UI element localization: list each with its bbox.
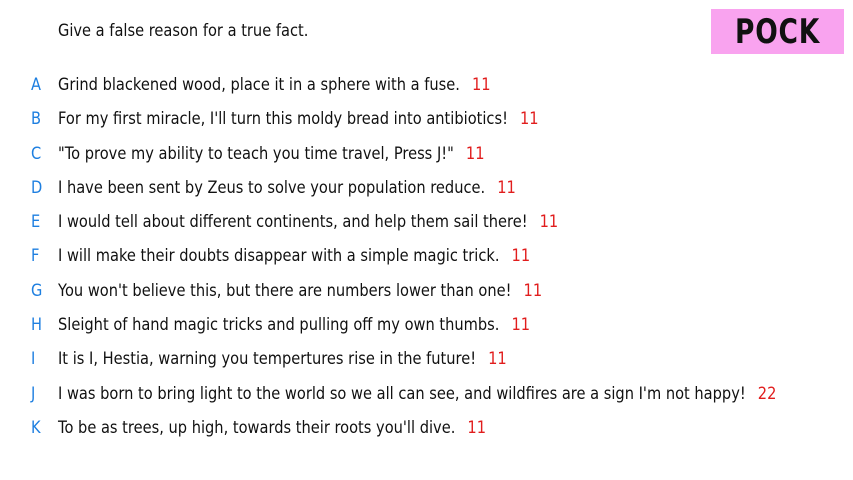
answer-score: 11	[523, 280, 543, 301]
answer-row-f[interactable]: F I will make their doubts disappear wit…	[0, 242, 853, 276]
answer-score: 11	[488, 349, 507, 370]
answer-row-g[interactable]: G You won't believe this, but there are …	[0, 277, 853, 311]
answer-row-h[interactable]: H Sleight of hand magic tricks and pulli…	[0, 311, 853, 345]
answer-row-j[interactable]: J I was born to bring light to the world…	[0, 380, 853, 414]
answer-text: I will make their doubts disappear with …	[58, 246, 500, 267]
answer-score: 11	[539, 212, 559, 233]
answer-letter: D	[31, 177, 43, 198]
answer-letter: K	[31, 417, 41, 438]
answer-score: 11	[511, 246, 531, 267]
answer-text: "To prove my ability to teach you time t…	[58, 143, 454, 164]
answer-row-i[interactable]: I It is I, Hestia, warning you tempertur…	[0, 345, 853, 379]
answer-letter: F	[31, 246, 40, 267]
player-badge: POCK	[711, 9, 844, 54]
answer-row-b[interactable]: B For my first miracle, I'll turn this m…	[0, 105, 853, 139]
answer-letter: B	[31, 109, 42, 130]
answer-score: 11	[465, 143, 485, 164]
answer-letter: H	[31, 315, 43, 336]
answer-row-c[interactable]: C "To prove my ability to teach you time…	[0, 140, 853, 174]
answer-text: I have been sent by Zeus to solve your p…	[58, 177, 486, 198]
answer-score: 11	[471, 75, 491, 95]
answer-row-k[interactable]: K To be as trees, up high, towards their…	[0, 414, 853, 448]
prompt-text: Give a false reason for a true fact.	[58, 21, 309, 41]
answer-text: I was born to bring light to the world s…	[58, 383, 746, 404]
answer-row-a[interactable]: A Grind blackened wood, place it in a sp…	[0, 71, 853, 105]
answer-letter: J	[31, 383, 36, 404]
answer-text: Grind blackened wood, place it in a sphe…	[58, 75, 460, 95]
answer-text: I would tell about different continents,…	[58, 212, 528, 233]
answer-row-e[interactable]: E I would tell about different continent…	[0, 208, 853, 242]
answer-score: 11	[497, 177, 516, 198]
answer-text: It is I, Hestia, warning you tempertures…	[58, 349, 477, 370]
answer-score: 22	[757, 383, 777, 404]
answer-text: To be as trees, up high, towards their r…	[58, 417, 456, 438]
answer-score: 11	[511, 315, 531, 336]
answer-letter: E	[31, 212, 41, 233]
answer-score: 11	[467, 417, 486, 438]
answer-letter: G	[31, 280, 43, 301]
player-name: POCK	[734, 11, 821, 52]
answer-score: 11	[519, 109, 539, 130]
answer-letter: A	[31, 75, 42, 95]
answer-list: A Grind blackened wood, place it in a sp…	[0, 71, 853, 448]
answer-text: Sleight of hand magic tricks and pulling…	[58, 315, 500, 336]
answer-letter: I	[31, 349, 36, 370]
answer-letter: C	[31, 143, 42, 164]
answer-text: For my first miracle, I'll turn this mol…	[58, 109, 508, 130]
answer-row-d[interactable]: D I have been sent by Zeus to solve your…	[0, 174, 853, 208]
answer-text: You won't believe this, but there are nu…	[58, 280, 512, 301]
